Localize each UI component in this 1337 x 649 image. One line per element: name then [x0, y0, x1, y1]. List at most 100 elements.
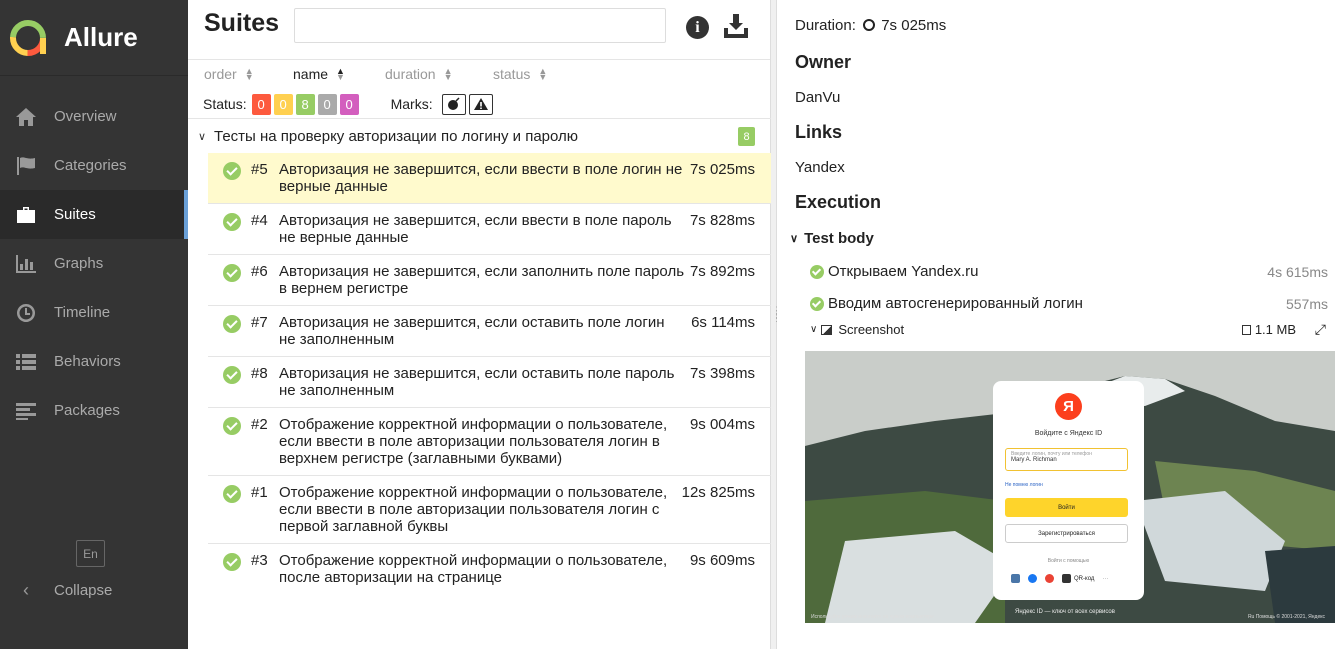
qr-label: QR-код [1074, 575, 1095, 582]
passed-check-icon [223, 264, 241, 282]
test-row[interactable]: #5 Авторизация не завершится, если ввест… [208, 153, 771, 204]
sidebar-item-label: Suites [54, 206, 96, 223]
download-icon[interactable] [723, 13, 749, 39]
test-row[interactable]: #2 Отображение корректной информации о п… [208, 408, 771, 476]
status-broken-badge[interactable]: 0 [273, 93, 293, 115]
qr-icon [1062, 574, 1071, 583]
login-title: Войдите с Яндекс ID [1034, 430, 1103, 437]
info-icon[interactable]: i [686, 16, 709, 39]
collapse-button[interactable]: ‹ Collapse [14, 580, 112, 601]
collapse-label: Collapse [54, 582, 113, 599]
google-icon [1045, 574, 1054, 583]
sidebar: Allure Overview Categories Suites Graphs… [0, 0, 188, 649]
yandex-logo-icon: Я [1055, 393, 1082, 420]
test-row[interactable]: #3 Отображение корректной информации о п… [208, 544, 771, 594]
sidebar-item-label: Behaviors [54, 353, 121, 370]
sidebar-item-label: Packages [54, 402, 120, 419]
attachment-size: 1.1 MB [1241, 322, 1296, 337]
vk-icon [1011, 574, 1020, 583]
passed-check-icon [223, 213, 241, 231]
status-skipped-badge[interactable]: 0 [317, 93, 337, 115]
expand-icon[interactable]: ⤢ [1315, 321, 1326, 338]
attachment-row[interactable]: ∨ Screenshot 1.1 MB ⤢ [810, 321, 1330, 338]
sidebar-item-label: Graphs [54, 255, 104, 272]
sidebar-item-timeline[interactable]: Timeline [0, 288, 188, 337]
chevron-down-icon: ∨ [790, 233, 799, 245]
test-body-toggle[interactable]: ∨ Test body [790, 230, 874, 247]
sort-duration[interactable]: duration ▲ ▼ [385, 66, 453, 82]
login-button: Войти [1005, 498, 1128, 517]
sort-name[interactable]: name ▲ ▼ [293, 66, 345, 82]
sidebar-nav: Overview Categories Suites Graphs Timeli… [0, 92, 188, 435]
sidebar-item-overview[interactable]: Overview [0, 92, 188, 141]
sidebar-item-packages[interactable]: Packages [0, 386, 188, 435]
flag-icon [14, 155, 38, 177]
status-filter: Status: 0 0 8 0 0 Marks: [203, 93, 493, 115]
warning-icon[interactable] [468, 93, 493, 115]
screenshot-image[interactable]: Я Войдите с Яндекс ID Введите логин, поч… [805, 351, 1335, 623]
test-name: Авторизация не завершится, если заполнит… [279, 263, 685, 297]
test-duration: 12s 825ms [681, 484, 755, 501]
brand[interactable]: Allure [0, 0, 188, 76]
more-icon: ··· [1102, 575, 1109, 582]
test-row[interactable]: #4 Авторизация не завершится, если ввест… [208, 204, 771, 255]
sidebar-item-graphs[interactable]: Graphs [0, 239, 188, 288]
app-name: Allure [64, 22, 138, 52]
divider [188, 118, 771, 119]
test-name: Авторизация не завершится, если ввести в… [279, 161, 683, 195]
sidebar-item-label: Categories [54, 157, 127, 174]
suite-group-name: Тесты на проверку авторизации по логину … [214, 127, 579, 145]
marks-label: Marks: [390, 96, 433, 112]
sidebar-item-behaviors[interactable]: Behaviors [0, 337, 188, 386]
attachment-name: Screenshot [838, 322, 905, 337]
sort-bar: order ▲ ▼ name ▲ ▼ duration ▲ ▼ status ▲ ▼ [188, 66, 771, 84]
execution-heading: Execution [795, 192, 882, 212]
status-passed-badge[interactable]: 8 [295, 93, 315, 115]
login-card: Я Войдите с Яндекс ID Введите логин, поч… [993, 381, 1144, 600]
duration-row: Duration: 7s 025ms [795, 17, 946, 34]
test-row[interactable]: #6 Авторизация не завершится, если запол… [208, 255, 771, 306]
test-row[interactable]: #7 Авторизация не завершится, если остав… [208, 306, 771, 357]
login-field: Введите логин, почту или телефон Mary A.… [1005, 448, 1128, 471]
sidebar-item-categories[interactable]: Categories [0, 141, 188, 190]
duration-label: Duration: [795, 17, 856, 34]
test-duration: 9s 609ms [689, 552, 755, 569]
test-details-pane: Duration: 7s 025ms Owner DanVu Links Yan… [778, 0, 1337, 649]
test-list: #5 Авторизация не завершится, если ввест… [208, 153, 771, 594]
test-number: #7 [251, 314, 268, 331]
flaky-bomb-icon[interactable] [441, 93, 466, 115]
status-failed-badge[interactable]: 0 [251, 93, 271, 115]
suite-group-count-badge: 8 [738, 127, 755, 146]
register-button: Зарегистрироваться [1005, 524, 1128, 543]
login-field-value: Mary A. Richman [1011, 457, 1057, 463]
pane-splitter[interactable] [771, 0, 777, 649]
step-row[interactable]: Вводим автосгенерированный логин 557ms [810, 295, 1330, 312]
test-number: #6 [251, 263, 268, 280]
step-duration: 4s 615ms [1267, 263, 1328, 280]
suite-group-row[interactable]: ∨ Тесты на проверку авторизации по логин… [198, 125, 758, 147]
facebook-icon [1028, 574, 1037, 583]
sort-status[interactable]: status ▲ ▼ [493, 66, 547, 82]
clock-icon [863, 19, 876, 31]
sidebar-item-suites[interactable]: Suites [0, 190, 188, 239]
status-unknown-badge[interactable]: 0 [339, 93, 359, 115]
search-input[interactable] [294, 8, 666, 43]
chevron-left-icon: ‹ [23, 580, 29, 600]
sort-order[interactable]: order ▲ ▼ [204, 66, 254, 82]
test-row[interactable]: #8 Авторизация не завершится, если остав… [208, 357, 771, 408]
step-duration: 557ms [1285, 295, 1328, 312]
link-yandex[interactable]: Yandex [795, 159, 845, 176]
test-row[interactable]: #1 Отображение корректной информации о п… [208, 476, 771, 544]
step-name: Вводим автосгенерированный логин [828, 295, 1083, 312]
step-row[interactable]: Открываем Yandex.ru 4s 615ms [810, 263, 1330, 280]
test-duration: 7s 892ms [689, 263, 755, 280]
test-number: #3 [251, 552, 268, 569]
test-number: #2 [251, 416, 268, 433]
save-icon [1241, 324, 1251, 335]
test-duration: 7s 828ms [689, 212, 755, 229]
sidebar-item-label: Overview [54, 108, 117, 125]
passed-check-icon [223, 417, 241, 435]
test-number: #1 [251, 484, 268, 501]
language-button[interactable]: En [76, 540, 105, 567]
chevron-down-icon: ∨ [810, 324, 818, 335]
